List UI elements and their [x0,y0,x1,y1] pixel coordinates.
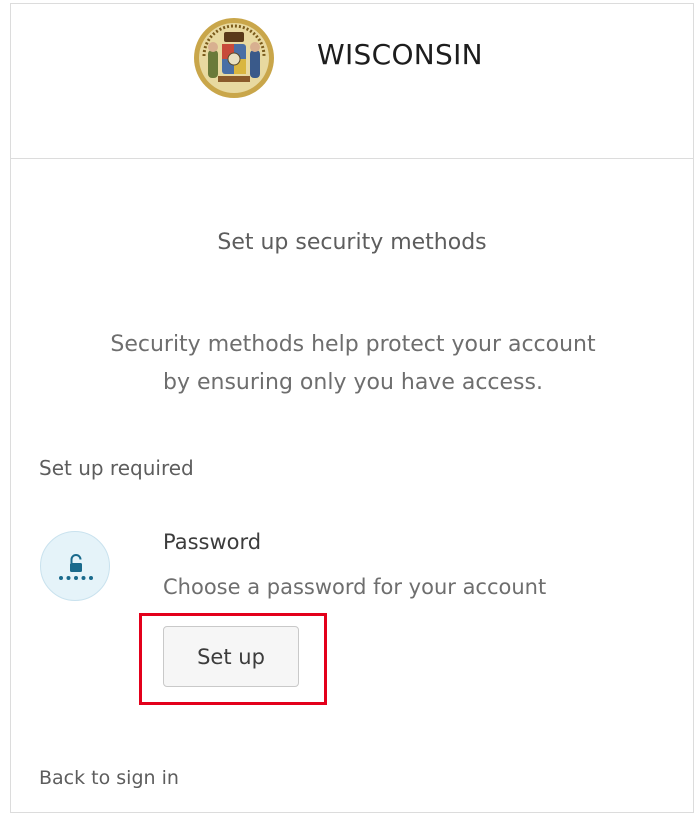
sign-in-card: WISCONSIN Set up security methods Securi… [10,3,694,813]
password-lock-icon [40,531,110,601]
subtitle-line-2: by ensuring only you have access. [163,370,543,395]
password-setup-button[interactable]: Set up [163,626,299,687]
wisconsin-state-seal-icon [192,16,276,100]
org-name: WISCONSIN [317,38,483,71]
method-name-password: Password [163,530,262,554]
page-subtitle: Security methods help protect your accou… [31,326,675,402]
section-label-required: Set up required [39,456,194,480]
page-title: Set up security methods [217,230,487,255]
method-description-password: Choose a password for your account [163,575,547,599]
card-header: WISCONSIN [11,4,693,159]
back-to-sign-in-link[interactable]: Back to sign in [39,767,179,789]
subtitle-line-1: Security methods help protect your accou… [110,332,596,357]
